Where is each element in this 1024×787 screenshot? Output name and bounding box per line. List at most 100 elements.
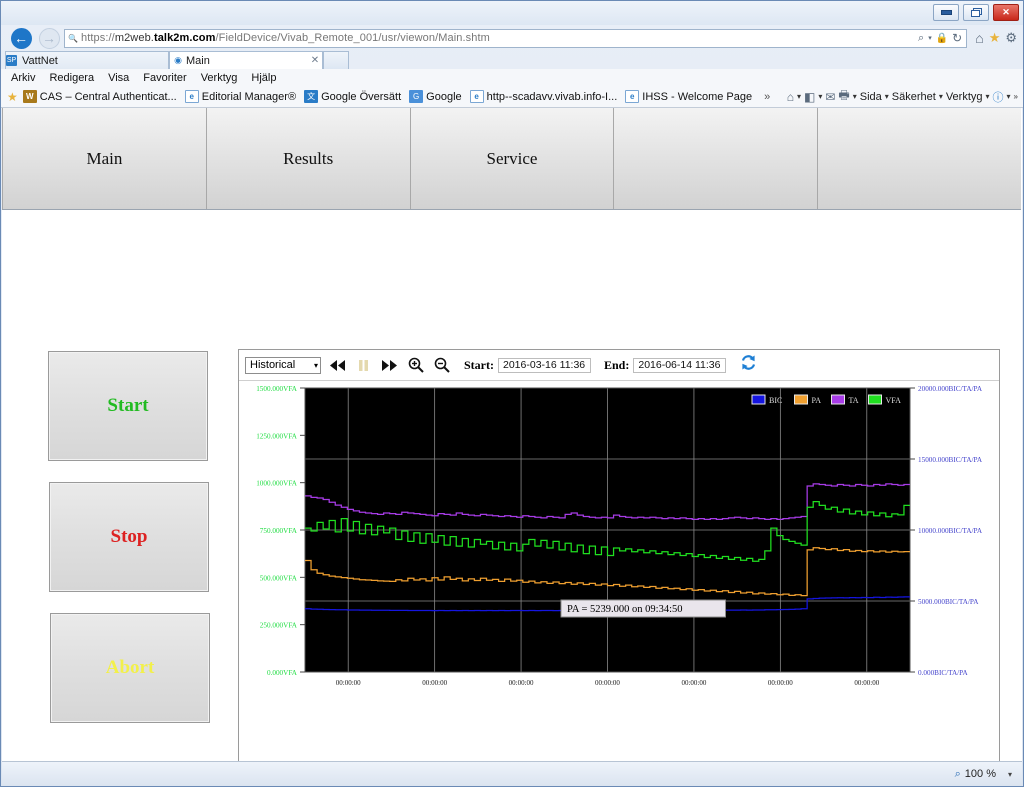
chevron-down-icon[interactable]: ▾ bbox=[928, 34, 932, 42]
chevron-down-icon[interactable]: ▾ bbox=[797, 92, 801, 101]
home-icon[interactable]: ⌂ bbox=[975, 30, 983, 46]
zoom-control[interactable]: ⌕ 100 % ▾ bbox=[955, 768, 1022, 781]
nav-tab-empty-2[interactable] bbox=[818, 108, 1021, 209]
refresh-chart-button[interactable] bbox=[740, 354, 757, 376]
command-bar-overflow-icon[interactable]: » bbox=[1014, 92, 1018, 101]
minimize-icon bbox=[940, 10, 952, 15]
bookmark-google[interactable]: G Google bbox=[409, 90, 462, 103]
gear-icon[interactable]: ⚙ bbox=[1005, 30, 1017, 46]
zoom-in-button[interactable] bbox=[406, 356, 425, 375]
chevron-down-icon[interactable]: ▾ bbox=[939, 92, 943, 101]
bookmark-label: http--scadavv.vivab.info-I... bbox=[486, 90, 618, 103]
chevron-down-icon[interactable]: ▾ bbox=[1008, 770, 1012, 779]
browser-toolbar-icons: ⌂ ★ ⚙ bbox=[969, 30, 1023, 46]
menu-item-hjalp[interactable]: Hjälp bbox=[251, 72, 276, 84]
tab-favicon: ◉ bbox=[174, 55, 182, 65]
stop-button[interactable]: Stop bbox=[49, 482, 209, 592]
favorites-icon[interactable]: ★ bbox=[989, 30, 1001, 46]
print-icon[interactable]: 🖶 bbox=[838, 86, 849, 107]
url-host: talk2m.com bbox=[153, 32, 216, 44]
start-button-label: Start bbox=[107, 395, 149, 416]
add-favorite-icon[interactable]: ★ bbox=[7, 90, 18, 104]
browser-window: ✕ ← → 🔍 https://m2web.talk2m.com/FieldDe… bbox=[0, 0, 1024, 787]
close-button[interactable]: ✕ bbox=[993, 4, 1019, 21]
browser-tab-strip: SP VattNet ◉ Main ✕ bbox=[1, 51, 1023, 69]
back-icon: ← bbox=[10, 27, 32, 49]
rewind-icon bbox=[330, 359, 345, 371]
pause-button[interactable] bbox=[354, 356, 373, 375]
app-nav-tabs: Main Results Service bbox=[2, 108, 1021, 210]
chevron-down-icon[interactable]: ▾ bbox=[853, 92, 857, 101]
nav-tab-main[interactable]: Main bbox=[2, 108, 207, 209]
command-item-verktyg[interactable]: Verktyg bbox=[946, 91, 983, 103]
end-date-input[interactable]: 2016-06-14 11:36 bbox=[633, 357, 727, 373]
abort-button[interactable]: Abort bbox=[50, 613, 210, 723]
menu-item-arkiv[interactable]: Arkiv bbox=[11, 72, 35, 84]
command-item-sakerhet[interactable]: Säkerhet bbox=[892, 91, 936, 103]
address-bar[interactable]: 🔍 https://m2web.talk2m.com/FieldDevice/V… bbox=[64, 28, 968, 48]
browser-tab-vattnet[interactable]: SP VattNet bbox=[5, 51, 169, 69]
bookmark-label: Google Översätt bbox=[321, 90, 402, 103]
feeds-icon[interactable]: ◧ bbox=[804, 90, 815, 104]
nav-tab-service[interactable]: Service bbox=[410, 108, 615, 209]
axis-label-x: 00:00:00 bbox=[509, 679, 534, 687]
menu-item-visa[interactable]: Visa bbox=[108, 72, 129, 84]
axis-label-right: 20000.000BIC/TA/PA bbox=[918, 385, 983, 393]
url-scheme: https:// bbox=[81, 32, 115, 44]
bookmark-label: Google bbox=[426, 90, 462, 103]
mode-select-value: Historical bbox=[250, 359, 296, 371]
nav-tab-results[interactable]: Results bbox=[206, 108, 411, 209]
bookmark-google-translate[interactable]: 文 Google Översätt bbox=[304, 90, 401, 103]
chart-canvas[interactable]: 1500.000VFA 1250.000VFA 1000.000VFA 750.000… bbox=[239, 381, 999, 761]
search-icon[interactable]: ⌕ bbox=[918, 32, 924, 45]
rewind-button[interactable] bbox=[328, 356, 347, 375]
axis-label-left: 250.000VFA bbox=[260, 622, 298, 630]
axis-label-left: 1000.000VFA bbox=[256, 480, 298, 488]
axis-label-right: 10000.000BIC/TA/PA bbox=[918, 527, 983, 535]
new-tab-button[interactable] bbox=[323, 51, 349, 69]
forward-button[interactable] bbox=[380, 356, 399, 375]
axis-label-left: 1250.000VFA bbox=[256, 432, 298, 440]
menu-item-redigera[interactable]: Redigera bbox=[49, 72, 94, 84]
bookmark-cas[interactable]: W CAS – Central Authenticat... bbox=[22, 90, 177, 103]
help-icon[interactable]: ⓘ bbox=[993, 89, 1004, 105]
refresh-icon[interactable]: ↻ bbox=[952, 31, 962, 45]
axis-label-left: 750.000VFA bbox=[260, 527, 298, 535]
chevron-down-icon[interactable]: ▾ bbox=[885, 92, 889, 101]
chevron-down-icon[interactable]: ▾ bbox=[1007, 92, 1011, 101]
mode-select[interactable]: Historical ▾ bbox=[245, 356, 321, 374]
back-button[interactable]: ← bbox=[6, 27, 36, 49]
start-button[interactable]: Start bbox=[48, 351, 208, 461]
site-icon: 🔍 bbox=[68, 33, 78, 43]
bookmark-scadavv[interactable]: e http--scadavv.vivab.info-I... bbox=[469, 90, 618, 103]
tab-favicon: SP bbox=[6, 55, 17, 66]
bookmark-icon: e bbox=[625, 90, 640, 103]
start-date-input[interactable]: 2016-03-16 11:36 bbox=[498, 357, 591, 373]
browser-tab-main[interactable]: ◉ Main ✕ bbox=[169, 51, 323, 69]
legend-label-bic: BIC bbox=[769, 396, 782, 405]
home-icon[interactable]: ⌂ bbox=[787, 90, 794, 104]
tab-label: Main bbox=[186, 54, 210, 67]
bookmark-label: Editorial Manager® bbox=[201, 90, 297, 103]
close-tab-icon[interactable]: ✕ bbox=[308, 55, 322, 66]
bookmarks-overflow-icon[interactable]: » bbox=[764, 91, 770, 103]
command-item-sida[interactable]: Sida bbox=[860, 91, 882, 103]
forward-button[interactable]: → bbox=[36, 27, 62, 49]
chevron-down-icon[interactable]: ▾ bbox=[986, 92, 990, 101]
bookmark-ihss[interactable]: e IHSS - Welcome Page bbox=[625, 90, 752, 103]
close-icon: ✕ bbox=[1002, 7, 1010, 17]
forward-icon: → bbox=[38, 27, 60, 49]
mail-icon[interactable]: ✉ bbox=[825, 90, 835, 104]
menu-item-verktyg[interactable]: Verktyg bbox=[201, 72, 238, 84]
trend-chart[interactable]: 1500.000VFA 1250.000VFA 1000.000VFA 750.000… bbox=[239, 381, 999, 761]
minimize-button[interactable] bbox=[933, 4, 959, 21]
command-bar: ⌂ ▾ ◧ ▾ ✉ 🖶 ▾ Sida ▾ Säkerhet ▾ Verktyg … bbox=[787, 86, 1023, 107]
zoom-level: 100 % bbox=[964, 768, 996, 780]
menu-item-favoriter[interactable]: Favoriter bbox=[143, 72, 186, 84]
bookmark-label: IHSS - Welcome Page bbox=[642, 90, 753, 103]
chevron-down-icon[interactable]: ▾ bbox=[818, 92, 822, 101]
zoom-out-button[interactable] bbox=[432, 356, 451, 375]
bookmark-editorial-manager[interactable]: e Editorial Manager® bbox=[184, 90, 297, 103]
restore-button[interactable] bbox=[963, 4, 989, 21]
nav-tab-empty-1[interactable] bbox=[614, 108, 819, 209]
